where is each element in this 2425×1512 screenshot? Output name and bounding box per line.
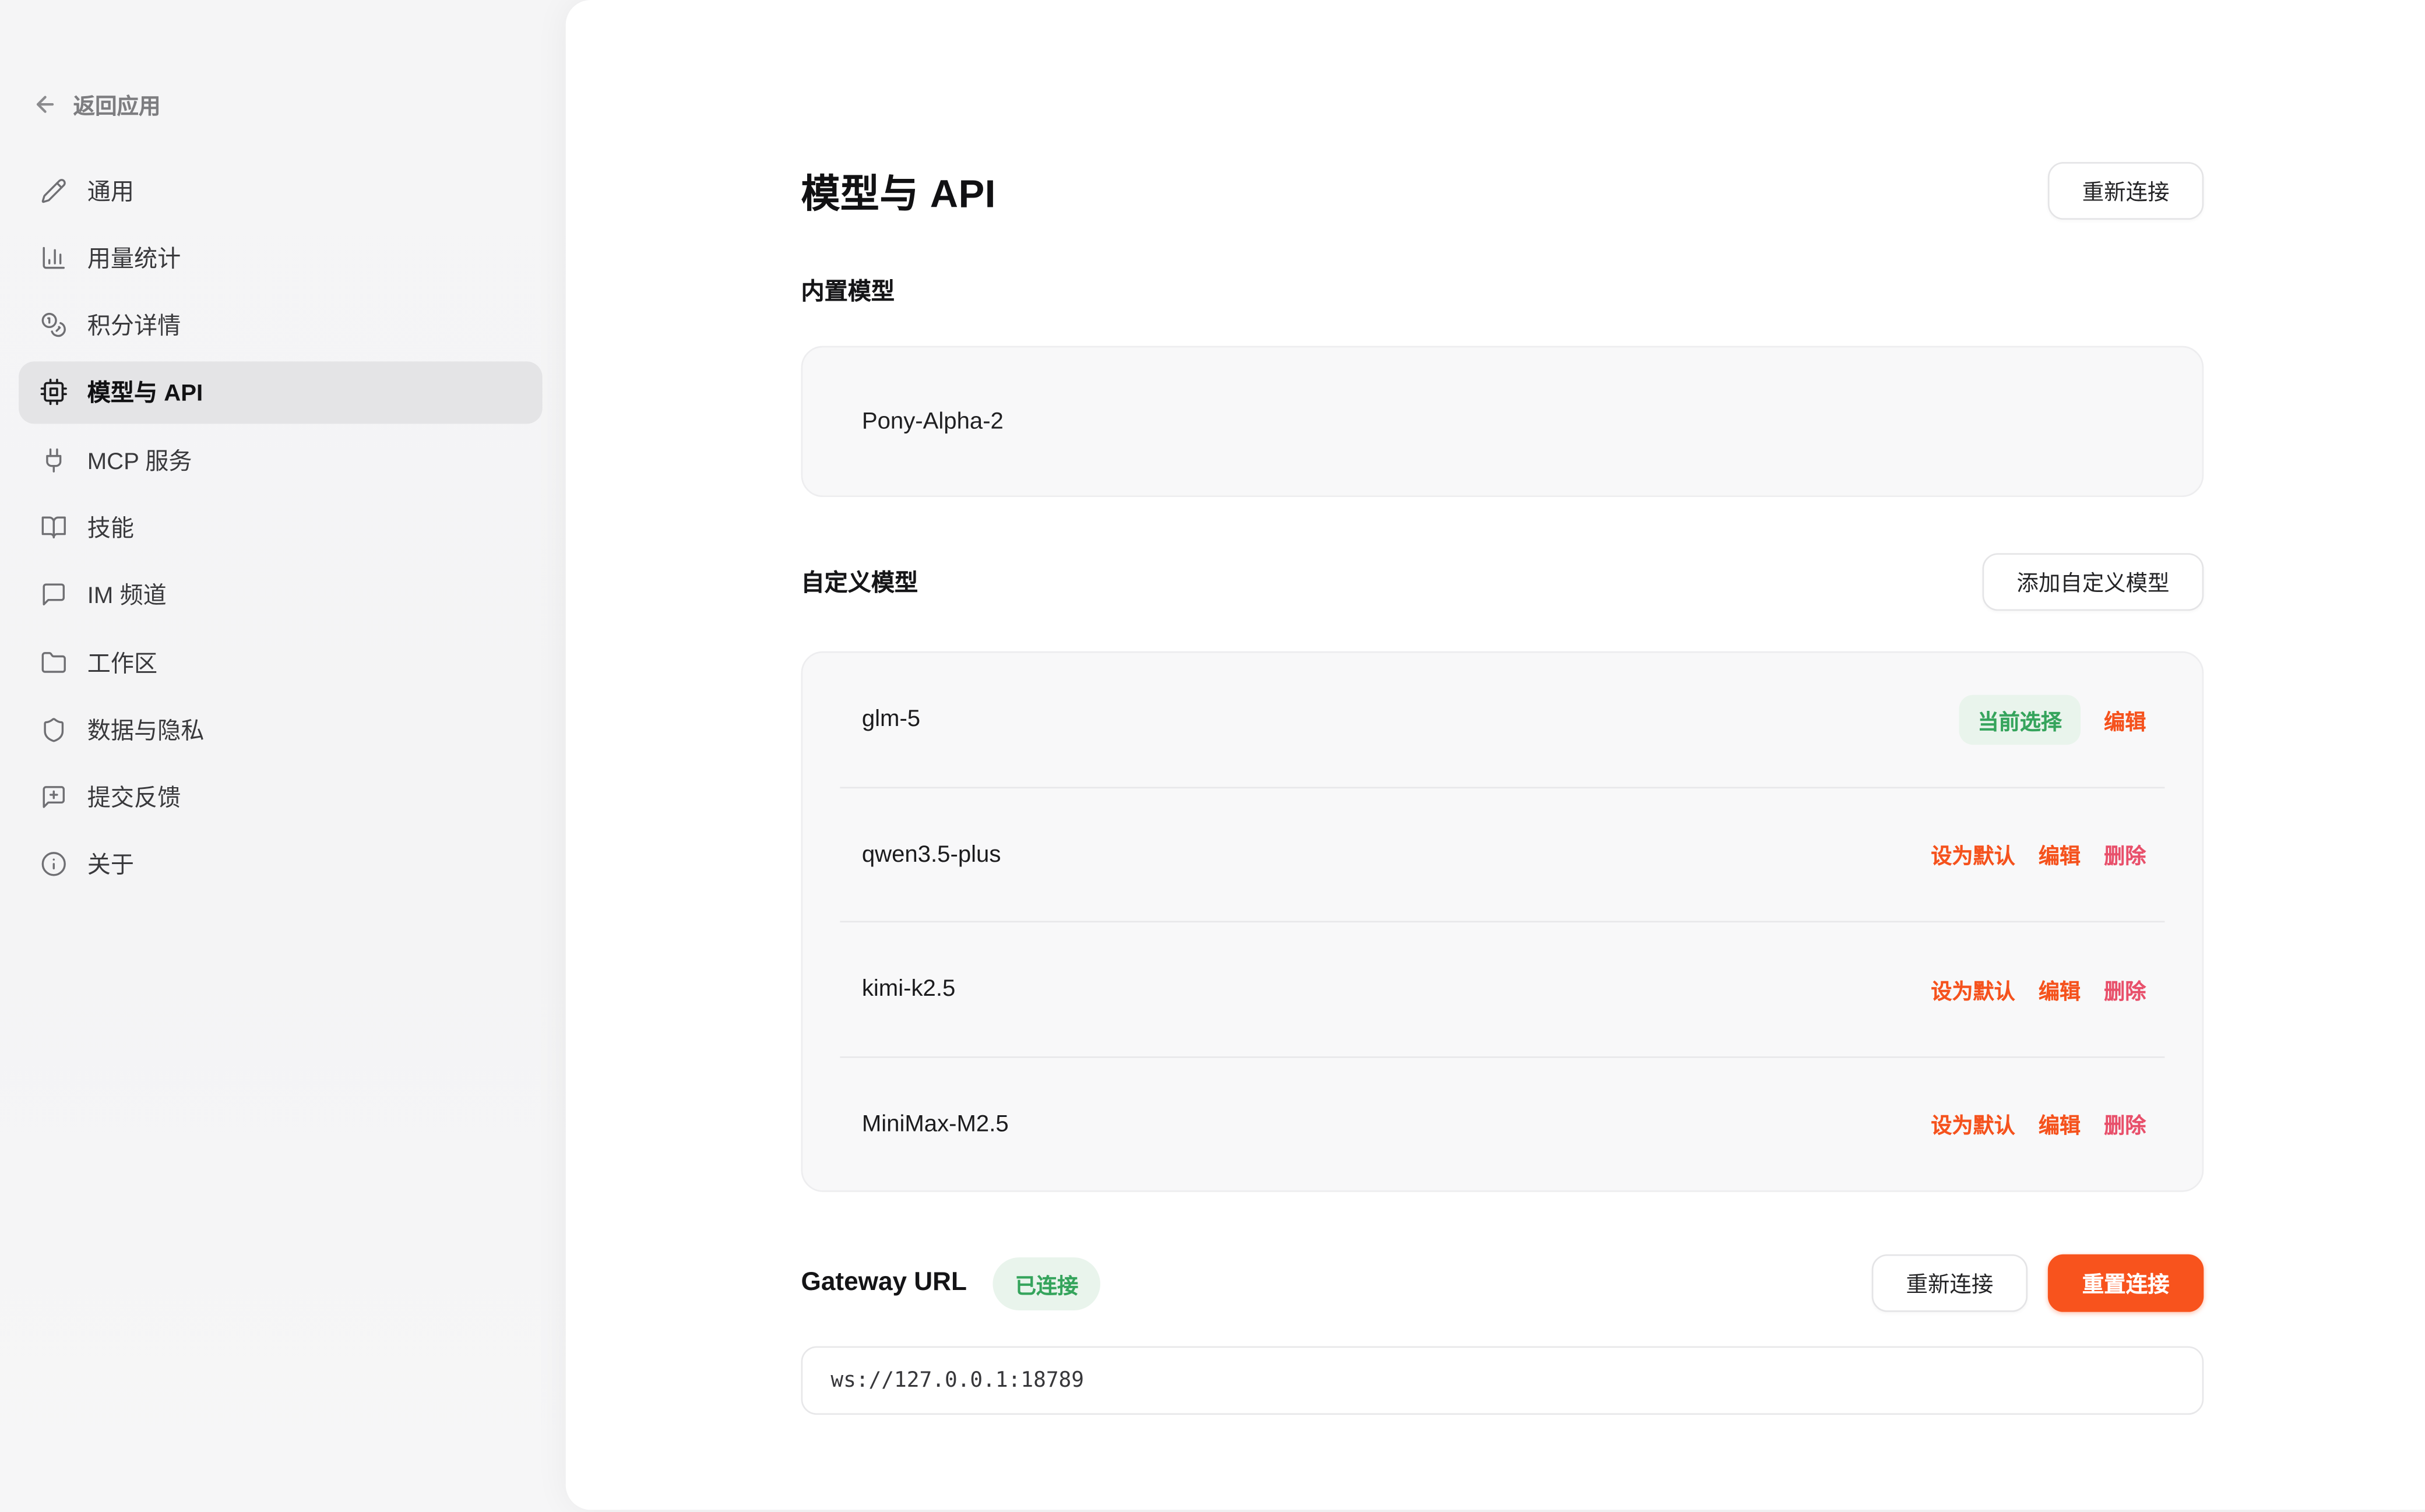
connected-status-badge: 已连接 — [993, 1257, 1100, 1310]
delete-link[interactable]: 删除 — [2104, 974, 2146, 1005]
sidebar-item-feedback[interactable]: 提交反馈 — [19, 766, 543, 829]
sidebar-item-im-channels[interactable]: IM 频道 — [19, 563, 543, 626]
current-selection-badge: 当前选择 — [1959, 695, 2081, 745]
edit-link[interactable]: 编辑 — [2039, 838, 2081, 869]
info-icon — [41, 851, 67, 877]
arrow-left-icon — [33, 91, 58, 121]
sidebar-item-label: 积分详情 — [87, 309, 181, 341]
sidebar-item-label: IM 频道 — [87, 579, 167, 611]
sidebar-item-label: 技能 — [87, 511, 134, 544]
sidebar-item-skills[interactable]: 技能 — [19, 496, 543, 559]
builtin-model-name: Pony-Alpha-2 — [862, 408, 1004, 435]
builtin-model-card: Pony-Alpha-2 — [801, 346, 2204, 497]
model-name: qwen3.5-plus — [862, 841, 1001, 867]
sidebar-nav: 通用 用量统计 积分详情 模型与 API — [0, 159, 566, 896]
main-panel: 模型与 API 重新连接 内置模型 Pony-Alpha-2 自定义模型 添加自… — [566, 0, 2425, 1510]
sidebar-item-workspace[interactable]: 工作区 — [19, 631, 543, 693]
model-name: glm-5 — [862, 706, 920, 732]
sidebar-item-about[interactable]: 关于 — [19, 834, 543, 896]
shield-icon — [41, 717, 67, 743]
sidebar-item-models-api[interactable]: 模型与 API — [19, 361, 543, 424]
set-default-link[interactable]: 设为默认 — [1931, 838, 2015, 869]
edit-link[interactable]: 编辑 — [2104, 704, 2146, 735]
custom-models-heading: 自定义模型 — [801, 566, 918, 598]
sidebar-item-label: 通用 — [87, 174, 134, 206]
feedback-icon — [41, 784, 67, 810]
sidebar-item-general[interactable]: 通用 — [19, 159, 543, 221]
builtin-models-heading: 内置模型 — [801, 274, 2204, 307]
sidebar-item-label: MCP 服务 — [87, 443, 192, 476]
bar-chart-icon — [41, 244, 67, 270]
delete-link[interactable]: 删除 — [2104, 838, 2146, 869]
page-title: 模型与 API — [801, 163, 996, 218]
back-to-app-button[interactable]: 返回应用 — [33, 90, 566, 121]
model-row: qwen3.5-plus 设为默认 编辑 删除 — [803, 788, 2202, 921]
model-name: kimi-k2.5 — [862, 976, 955, 1002]
folder-icon — [41, 649, 67, 675]
edit-link[interactable]: 编辑 — [2039, 974, 2081, 1005]
model-name: MiniMax-M2.5 — [862, 1111, 1009, 1137]
edit-link[interactable]: 编辑 — [2039, 1108, 2081, 1139]
custom-models-card: glm-5 当前选择 编辑 qwen3.5-plus 设为默认 编辑 删除 — [801, 651, 2204, 1192]
model-row: kimi-k2.5 设为默认 编辑 删除 — [803, 922, 2202, 1056]
back-to-app-label: 返回应用 — [73, 90, 161, 121]
gateway-url-input[interactable] — [801, 1346, 2204, 1415]
reconnect-button-gateway[interactable]: 重新连接 — [1872, 1254, 2028, 1312]
set-default-link[interactable]: 设为默认 — [1931, 1108, 2015, 1139]
add-custom-model-button[interactable]: 添加自定义模型 — [1983, 553, 2204, 611]
sidebar-item-label: 数据与隐私 — [87, 713, 205, 746]
model-row: MiniMax-M2.5 设为默认 编辑 删除 — [803, 1057, 2202, 1190]
reset-connection-button[interactable]: 重置连接 — [2048, 1254, 2204, 1312]
sidebar-item-label: 关于 — [87, 848, 134, 881]
sidebar-item-usage-stats[interactable]: 用量统计 — [19, 227, 543, 289]
sidebar-item-data-privacy[interactable]: 数据与隐私 — [19, 699, 543, 761]
sidebar-item-mcp-services[interactable]: MCP 服务 — [19, 429, 543, 491]
sidebar-item-credits[interactable]: 积分详情 — [19, 294, 543, 356]
coins-icon — [41, 312, 67, 338]
message-icon — [41, 581, 67, 608]
cpu-icon — [41, 379, 67, 406]
gateway-url-label: Gateway URL — [801, 1268, 967, 1298]
sidebar: 返回应用 通用 用量统计 积分详情 — [0, 0, 566, 1512]
pencil-icon — [41, 177, 67, 203]
settings-window: 返回应用 通用 用量统计 积分详情 — [0, 0, 2425, 1512]
sidebar-item-label: 工作区 — [87, 646, 157, 679]
sidebar-item-label: 模型与 API — [87, 376, 203, 409]
plug-icon — [41, 447, 67, 473]
set-default-link[interactable]: 设为默认 — [1931, 974, 2015, 1005]
sidebar-item-label: 提交反馈 — [87, 781, 181, 813]
delete-link[interactable]: 删除 — [2104, 1108, 2146, 1139]
model-row: glm-5 当前选择 编辑 — [803, 653, 2202, 786]
book-open-icon — [41, 514, 67, 540]
reconnect-button-top[interactable]: 重新连接 — [2048, 162, 2204, 220]
sidebar-item-label: 用量统计 — [87, 241, 181, 274]
